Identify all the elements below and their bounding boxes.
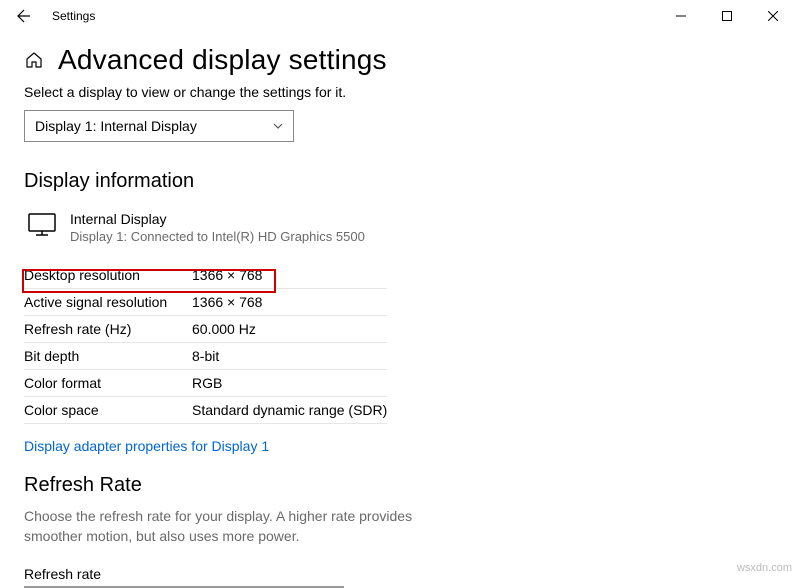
info-value: 1366 × 768 xyxy=(192,262,387,289)
table-row: Color spaceStandard dynamic range (SDR) xyxy=(24,397,387,424)
info-value: RGB xyxy=(192,370,387,397)
watermark: wsxdn.com xyxy=(737,562,792,574)
close-button[interactable] xyxy=(750,0,796,32)
back-button[interactable] xyxy=(4,0,44,32)
table-row: Desktop resolution1366 × 768 xyxy=(24,262,387,289)
info-label: Bit depth xyxy=(24,343,192,370)
page-subtitle: Select a display to view or change the s… xyxy=(24,84,776,100)
info-value: 60.000 Hz xyxy=(192,316,387,343)
page-title: Advanced display settings xyxy=(58,44,387,76)
info-label: Active signal resolution xyxy=(24,289,192,316)
info-label: Color format xyxy=(24,370,192,397)
table-row: Color formatRGB xyxy=(24,370,387,397)
arrow-left-icon xyxy=(16,8,32,24)
table-row: Bit depth8-bit xyxy=(24,343,387,370)
dropdown-selected: Display 1: Internal Display xyxy=(35,118,197,134)
refresh-rate-heading: Refresh Rate xyxy=(24,474,776,497)
home-button[interactable] xyxy=(24,50,44,70)
app-title: Settings xyxy=(52,9,658,23)
table-row: Refresh rate (Hz)60.000 Hz xyxy=(24,316,387,343)
info-value: 8-bit xyxy=(192,343,387,370)
maximize-icon xyxy=(722,11,732,21)
display-select-dropdown[interactable]: Display 1: Internal Display xyxy=(24,110,294,142)
display-connection: Display 1: Connected to Intel(R) HD Grap… xyxy=(70,229,365,244)
info-label: Color space xyxy=(24,397,192,424)
minimize-icon xyxy=(676,11,686,21)
close-icon xyxy=(768,11,778,21)
table-row: Active signal resolution1366 × 768 xyxy=(24,289,387,316)
adapter-properties-link[interactable]: Display adapter properties for Display 1 xyxy=(24,438,269,454)
titlebar: Settings xyxy=(0,0,800,32)
maximize-button[interactable] xyxy=(704,0,750,32)
minimize-button[interactable] xyxy=(658,0,704,32)
info-value: 1366 × 768 xyxy=(192,289,387,316)
display-name: Internal Display xyxy=(70,211,365,227)
info-value: Standard dynamic range (SDR) xyxy=(192,397,387,424)
home-icon xyxy=(25,51,43,69)
info-label: Desktop resolution xyxy=(24,262,192,289)
monitor-icon xyxy=(28,213,56,237)
info-label: Refresh rate (Hz) xyxy=(24,316,192,343)
chevron-down-icon xyxy=(273,121,283,132)
window-controls xyxy=(658,0,796,32)
display-summary: Internal Display Display 1: Connected to… xyxy=(24,211,776,244)
display-information-heading: Display information xyxy=(24,170,776,193)
display-info-table: Desktop resolution1366 × 768 Active sign… xyxy=(24,262,387,424)
refresh-rate-label: Refresh rate xyxy=(24,566,776,582)
page-header: Advanced display settings xyxy=(24,44,776,76)
refresh-rate-description: Choose the refresh rate for your display… xyxy=(24,507,444,546)
content-area: Advanced display settings Select a displ… xyxy=(0,32,800,588)
